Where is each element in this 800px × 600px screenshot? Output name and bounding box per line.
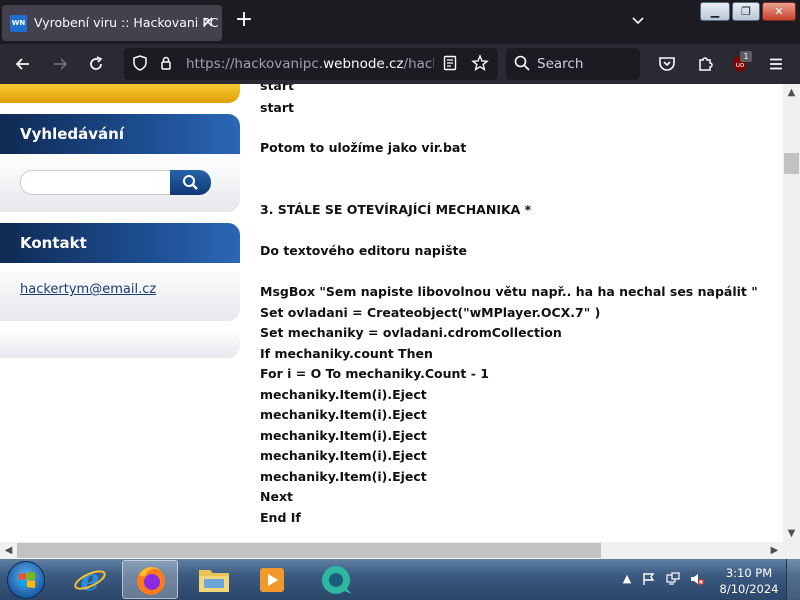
scroll-down-icon[interactable]: ▼ bbox=[783, 525, 800, 542]
maximize-window-button[interactable]: ❐ bbox=[732, 2, 760, 21]
clock-date: 8/10/2024 bbox=[719, 582, 779, 596]
back-icon[interactable] bbox=[13, 54, 33, 74]
close-window-button[interactable]: ✕ bbox=[762, 2, 796, 21]
scroll-left-icon[interactable]: ◀ bbox=[0, 542, 17, 559]
scroll-right-icon[interactable]: ▶ bbox=[766, 542, 783, 559]
web-page: Vyhledávání Kontakt hackertym@email.cz s… bbox=[0, 84, 783, 542]
code-line: mechaniky.Item(i).Eject bbox=[260, 428, 427, 443]
search-box[interactable]: Search bbox=[506, 48, 640, 80]
code-line: Set mechaniky = ovladani.cdromCollection bbox=[260, 325, 562, 340]
vertical-scroll-thumb[interactable] bbox=[784, 153, 799, 174]
minimize-window-button[interactable]: ▁ bbox=[700, 2, 730, 21]
network-icon[interactable] bbox=[666, 572, 680, 586]
clock-time: 3:10 PM bbox=[725, 566, 773, 580]
windows-logo-icon bbox=[19, 572, 35, 588]
scrollbar-corner bbox=[783, 542, 800, 559]
site-search-button[interactable] bbox=[170, 170, 211, 195]
action-center-flag-icon[interactable] bbox=[642, 572, 656, 586]
internet-explorer-icon[interactable]: e bbox=[62, 560, 118, 599]
code-line: Next bbox=[260, 489, 293, 504]
menu-box-bottom bbox=[0, 84, 240, 103]
code-line: mechaniky.Item(i).Eject bbox=[260, 407, 427, 422]
system-clock[interactable]: 3:10 PM 8/10/2024 bbox=[716, 565, 782, 597]
svg-text:uo: uo bbox=[736, 61, 745, 69]
page-icon[interactable] bbox=[156, 54, 176, 74]
paragraph: Do textového editoru napište bbox=[260, 243, 468, 258]
tab-active[interactable]: WN Vyrobení viru :: Hackovani PC × bbox=[2, 5, 222, 41]
paragraph: Potom to uložíme jako vir.bat bbox=[260, 140, 467, 155]
url-text: https://hackovanipc.webnode.cz/hacking bbox=[186, 56, 434, 72]
horizontal-scrollbar[interactable]: ◀ ▶ bbox=[0, 542, 783, 559]
media-player-icon[interactable] bbox=[244, 560, 300, 599]
code-line: mechaniky.Item(i).Eject bbox=[260, 387, 427, 402]
svg-text:e: e bbox=[80, 563, 99, 598]
show-hidden-icons-icon[interactable]: ▲ bbox=[620, 572, 634, 586]
reader-view-icon[interactable] bbox=[440, 54, 460, 74]
reload-icon[interactable] bbox=[86, 54, 106, 74]
chat-app-icon[interactable] bbox=[308, 560, 364, 599]
tab-bar: WN Vyrobení viru :: Hackovani PC × + ▁ ❐… bbox=[0, 0, 800, 44]
bookmark-star-icon[interactable] bbox=[470, 54, 490, 74]
code-line: start bbox=[260, 100, 294, 115]
contact-box-heading: Kontakt bbox=[0, 223, 240, 263]
code-line: Set ovladani = Createobject("wMPlayer.OC… bbox=[260, 305, 601, 320]
pocket-icon[interactable] bbox=[657, 54, 677, 74]
start-button[interactable] bbox=[7, 561, 45, 599]
close-tab-icon[interactable]: × bbox=[200, 14, 216, 30]
firefox-icon[interactable] bbox=[122, 560, 178, 599]
site-favicon-icon: WN bbox=[10, 15, 27, 32]
vertical-scrollbar[interactable]: ▲ ▼ bbox=[783, 84, 800, 542]
code-line: For i = O To mechaniky.Count - 1 bbox=[260, 366, 489, 381]
search-placeholder: Search bbox=[537, 56, 584, 72]
code-line: mechaniky.Item(i).Eject bbox=[260, 448, 427, 463]
code-line: mechaniky.Item(i).Eject bbox=[260, 469, 427, 484]
scroll-up-icon[interactable]: ▲ bbox=[783, 84, 800, 101]
article-content: start start Potom to uložíme jako vir.ba… bbox=[260, 84, 780, 542]
shield-icon[interactable] bbox=[130, 54, 150, 74]
section-heading: 3. STÁLE SE OTEVÍRAJÍCÍ MECHANIKA * bbox=[260, 202, 532, 217]
volume-muted-icon[interactable] bbox=[690, 572, 704, 586]
show-desktop-button[interactable] bbox=[786, 559, 800, 600]
sidebar: Vyhledávání Kontakt hackertym@email.cz bbox=[0, 84, 245, 542]
code-line: MsgBox "Sem napiste libovolnou větu např… bbox=[260, 284, 758, 299]
tab-title: Vyrobení viru :: Hackovani PC bbox=[34, 15, 219, 30]
code-line: start bbox=[260, 84, 294, 93]
list-tabs-icon[interactable] bbox=[630, 12, 646, 28]
file-explorer-icon[interactable] bbox=[186, 560, 242, 599]
code-line: End If bbox=[260, 510, 301, 525]
address-bar[interactable]: https://hackovanipc.webnode.cz/hacking bbox=[124, 48, 498, 80]
extensions-icon[interactable] bbox=[695, 54, 715, 74]
menu-icon[interactable] bbox=[766, 54, 786, 74]
forward-icon[interactable] bbox=[50, 54, 70, 74]
search-box-heading: Vyhledávání bbox=[0, 114, 240, 154]
site-search-input[interactable] bbox=[20, 170, 172, 195]
contact-email-link[interactable]: hackertym@email.cz bbox=[20, 282, 156, 297]
horizontal-scroll-thumb[interactable] bbox=[17, 543, 601, 558]
ublock-count-badge: 1 bbox=[740, 51, 752, 62]
empty-box bbox=[0, 330, 240, 358]
window-controls: ▁ ❐ ✕ bbox=[700, 2, 796, 22]
code-line: If mechaniky.count Then bbox=[260, 346, 433, 361]
new-tab-icon[interactable]: + bbox=[234, 8, 254, 32]
search-icon bbox=[512, 54, 532, 74]
taskbar: e ▲ 3:10 PM 8/10/2024 bbox=[0, 559, 800, 600]
navigation-toolbar: https://hackovanipc.webnode.cz/hacking S… bbox=[0, 44, 800, 84]
